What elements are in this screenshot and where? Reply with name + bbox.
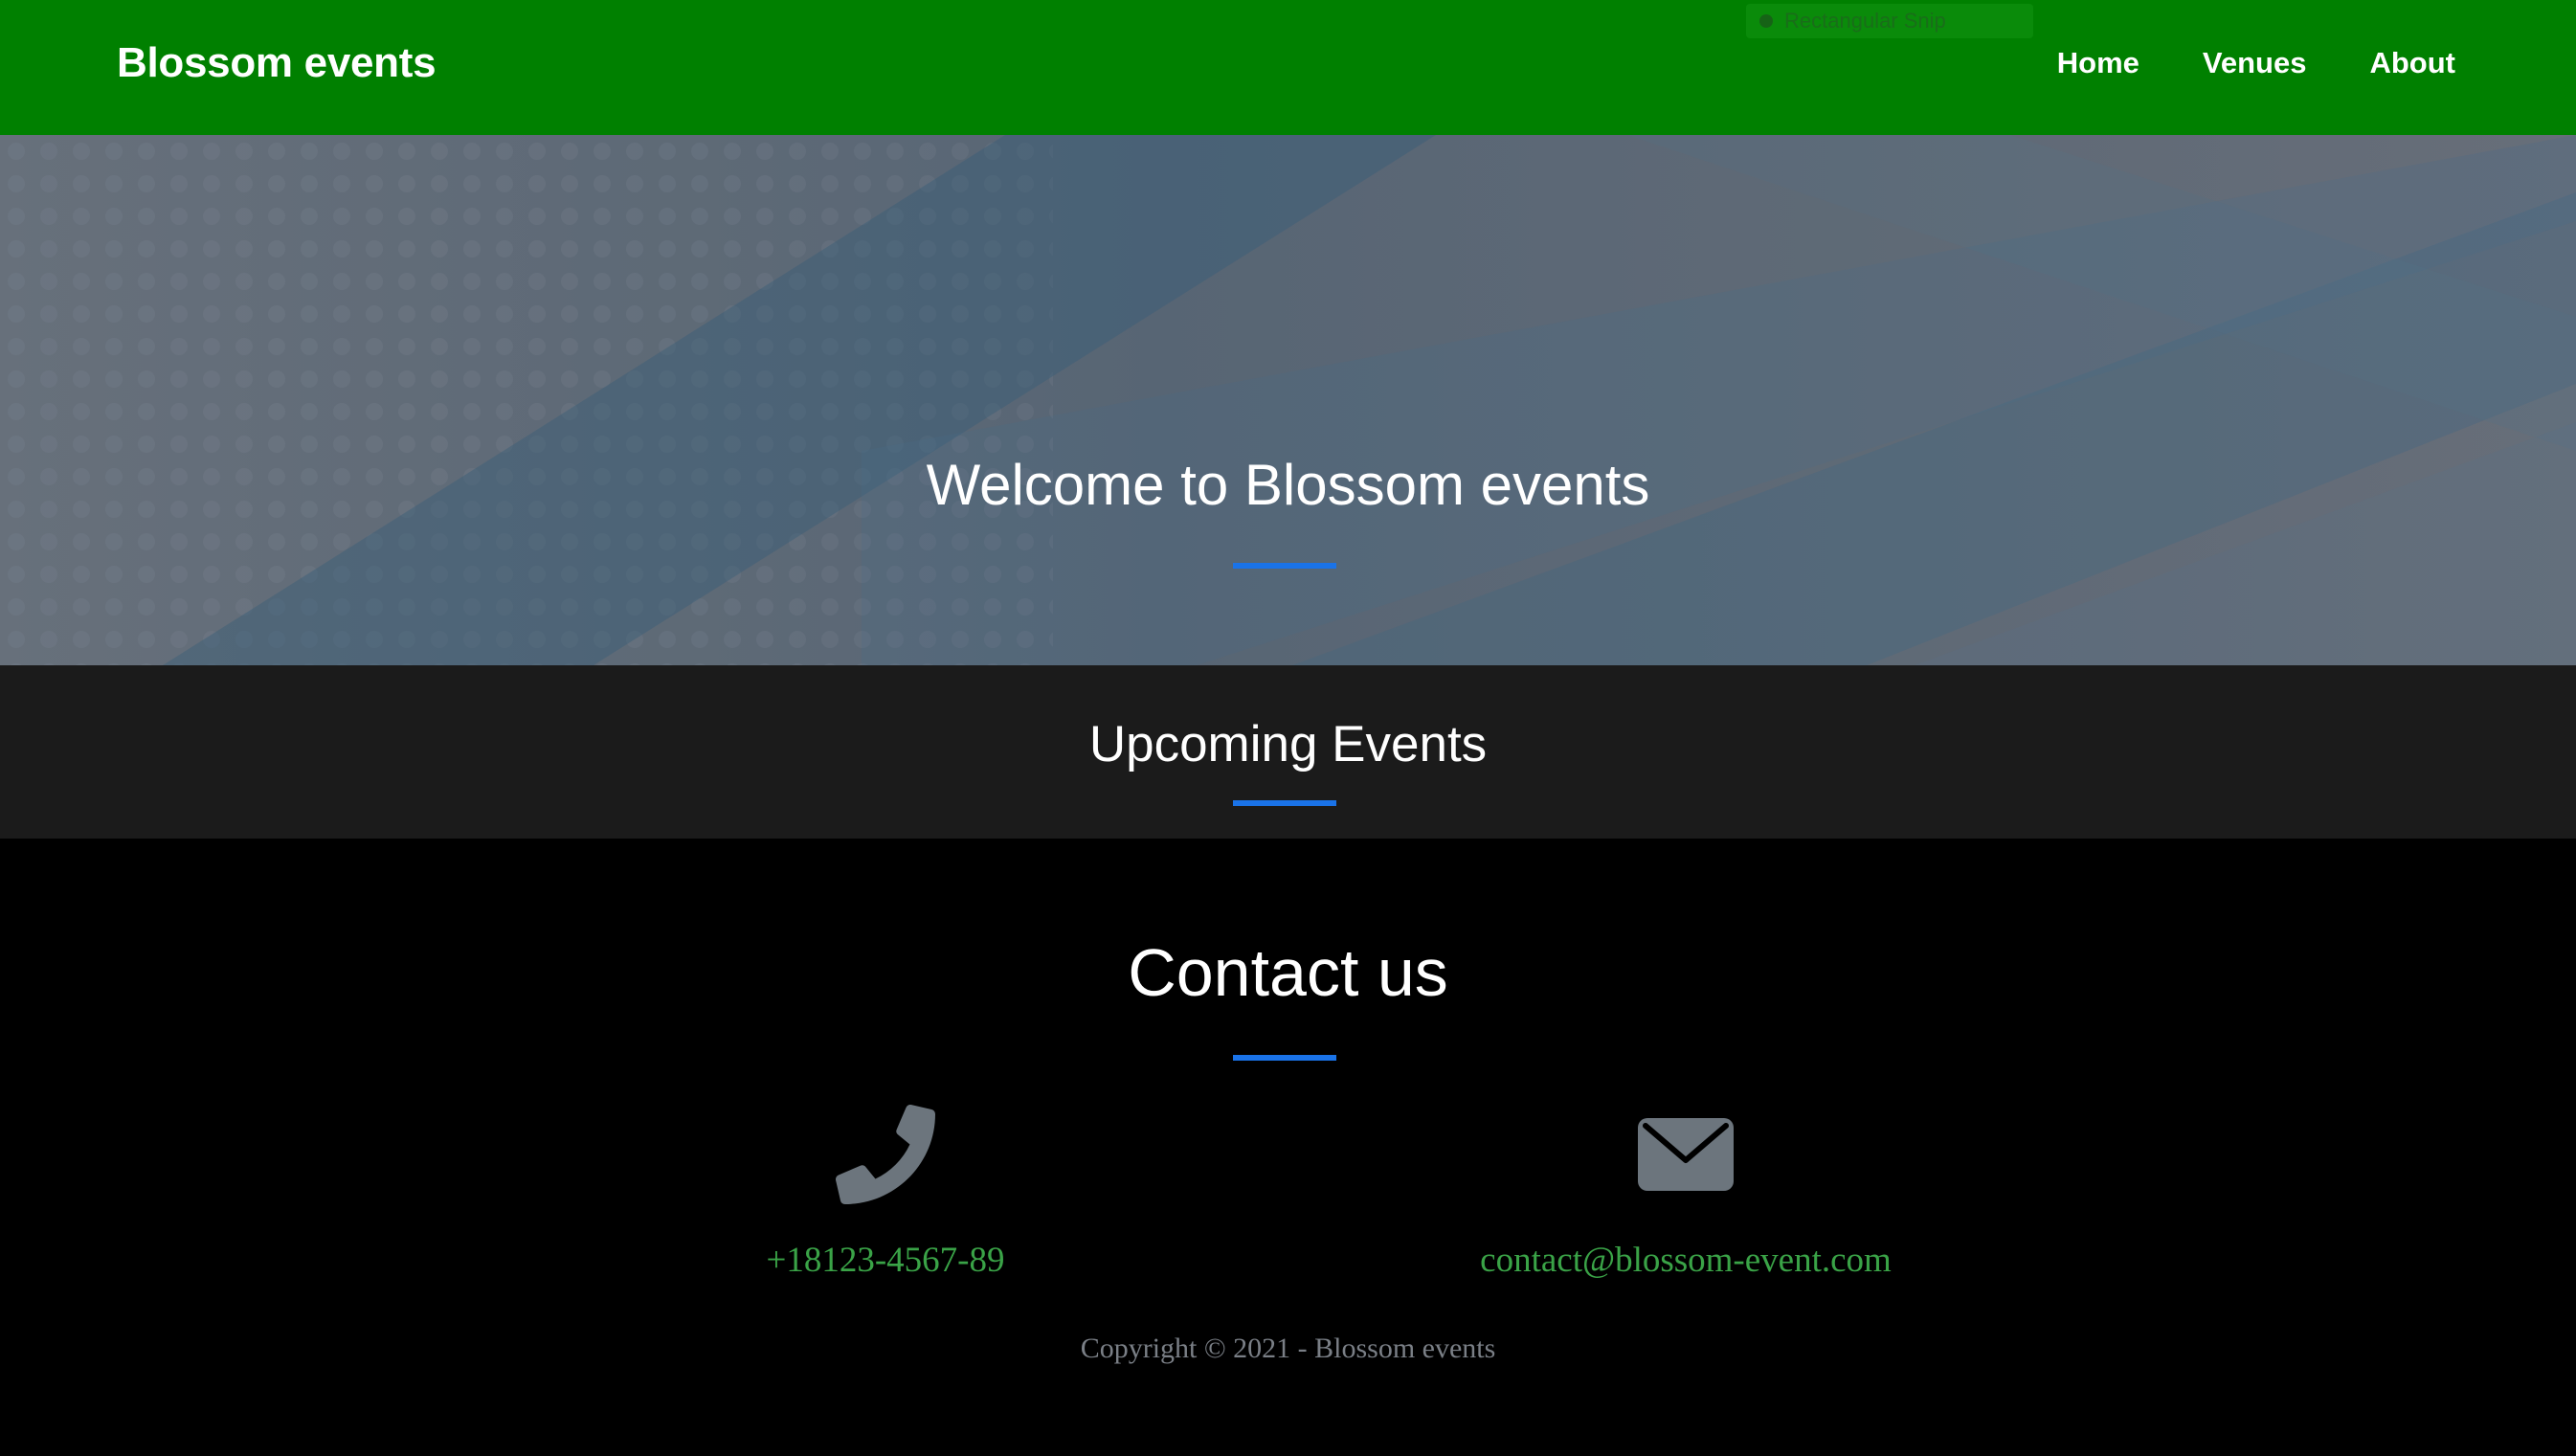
- contact-section: Contact us +18123-4567-89 contact@blosso…: [0, 839, 2576, 1456]
- navbar: Blossom events Rectangular Snip Home Ven…: [0, 0, 2576, 135]
- nav-link-home[interactable]: Home: [2057, 42, 2139, 84]
- contact-title: Contact us: [1128, 935, 1448, 1010]
- snip-overlay: Rectangular Snip: [1746, 4, 2033, 38]
- hero-section: Welcome to Blossom events: [0, 135, 2576, 665]
- upcoming-divider: [1233, 800, 1336, 806]
- brand-link[interactable]: Blossom events: [117, 34, 437, 92]
- envelope-icon: [1638, 1118, 1734, 1191]
- phone-icon: [836, 1105, 935, 1204]
- nav-links: Home Venues About: [2057, 42, 2455, 84]
- hero-divider: [1233, 563, 1336, 569]
- hero-background-image: [0, 135, 2576, 665]
- email-link[interactable]: contact@blossom-event.com: [1480, 1237, 1892, 1285]
- contact-phone: +18123-4567-89: [550, 1105, 1221, 1285]
- snip-overlay-label: Rectangular Snip: [1784, 9, 1946, 33]
- contact-divider: [1233, 1055, 1336, 1061]
- nav-link-venues[interactable]: Venues: [2203, 42, 2307, 84]
- copyright-text: Copyright © 2021 - Blossom events: [1080, 1333, 1496, 1364]
- upcoming-events-section: Upcoming Events: [0, 665, 2576, 839]
- upcoming-events-title: Upcoming Events: [1088, 716, 1488, 773]
- snip-icon: [1759, 14, 1773, 28]
- contact-email: contact@blossom-event.com: [1351, 1105, 2021, 1285]
- nav-link-about[interactable]: About: [2369, 42, 2455, 84]
- phone-link[interactable]: +18123-4567-89: [766, 1237, 1004, 1285]
- hero-title: Welcome to Blossom events: [926, 453, 1650, 517]
